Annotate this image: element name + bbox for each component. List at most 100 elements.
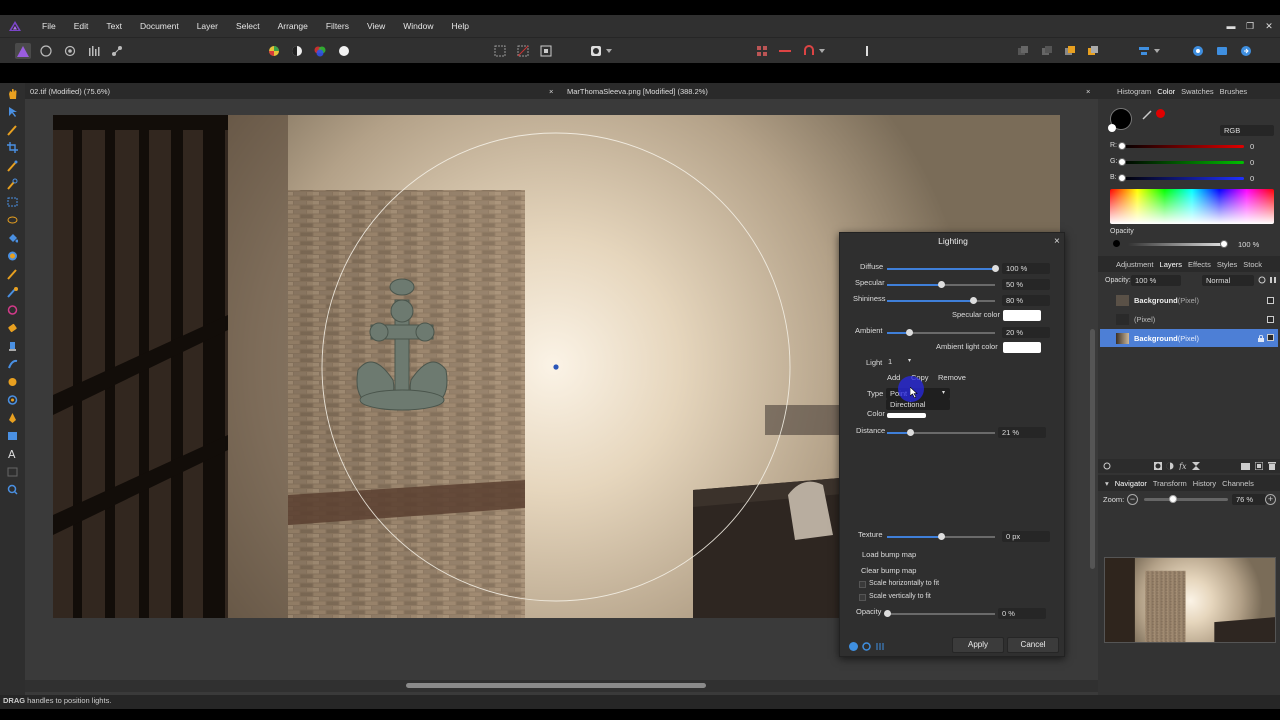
share-icon[interactable] — [1238, 43, 1254, 59]
specular-color-swatch[interactable] — [1003, 310, 1041, 321]
diffuse-slider-knob[interactable] — [992, 265, 999, 272]
menu-document[interactable]: Document — [131, 21, 188, 31]
tab-effects[interactable]: Effects — [1185, 260, 1214, 269]
red-slider[interactable] — [1122, 145, 1244, 148]
layer-3-visibility-checkbox[interactable] — [1267, 334, 1274, 341]
recent-color-swatch[interactable] — [1156, 109, 1165, 118]
texture-slider-knob[interactable] — [938, 533, 945, 540]
tab-document-2-close-icon[interactable]: × — [1086, 83, 1090, 99]
menu-view[interactable]: View — [358, 21, 394, 31]
zoom-out-icon[interactable]: − — [1127, 494, 1138, 505]
specular-slider[interactable] — [887, 281, 995, 288]
fx-icon[interactable]: fx — [1178, 461, 1189, 471]
eyedropper-icon[interactable] — [1142, 110, 1154, 120]
blue-slider[interactable] — [1122, 177, 1244, 180]
menu-filters[interactable]: Filters — [317, 21, 358, 31]
zoom-field[interactable]: 76 % — [1232, 494, 1266, 505]
light-select[interactable]: 1 ▾ — [884, 356, 918, 367]
snapping-icon[interactable] — [801, 43, 817, 59]
red-slider-knob[interactable] — [1118, 142, 1126, 150]
dodge-icon[interactable] — [5, 284, 20, 299]
mixer-brush-icon[interactable] — [5, 302, 20, 317]
liquify-persona-icon[interactable] — [38, 43, 54, 59]
tab-brushes[interactable]: Brushes — [1217, 87, 1251, 96]
preview-directional-icon[interactable] — [876, 642, 885, 651]
move-back-icon[interactable] — [1039, 43, 1055, 59]
tab-layers[interactable]: Layers — [1157, 260, 1186, 269]
menu-arrange[interactable]: Arrange — [269, 21, 317, 31]
apply-button[interactable]: Apply — [952, 637, 1004, 653]
menu-file[interactable]: File — [33, 21, 65, 31]
shape-tool-icon[interactable] — [5, 428, 20, 443]
red-eye-icon[interactable] — [5, 392, 20, 407]
specular-field[interactable]: 50 % — [1002, 279, 1050, 290]
snapping-dropdown-icon[interactable] — [817, 43, 827, 59]
layer-settings-icon[interactable] — [1258, 276, 1266, 284]
live-filter-icon[interactable] — [1192, 462, 1200, 470]
color-picker-icon[interactable] — [5, 122, 20, 137]
blue-slider-knob[interactable] — [1118, 174, 1126, 182]
scale-horizontally-checkbox[interactable] — [859, 581, 866, 588]
horizontal-scrollbar[interactable] — [25, 680, 1098, 692]
menu-window[interactable]: Window — [394, 21, 442, 31]
quick-mask-dropdown-icon[interactable] — [604, 43, 614, 59]
navigator-preview[interactable] — [1104, 557, 1276, 643]
layers-options-icon[interactable] — [1103, 462, 1111, 470]
horizontal-scroll-thumb[interactable] — [406, 683, 706, 688]
ambient-light-color-swatch[interactable] — [1003, 342, 1041, 353]
tab-stock[interactable]: Stock — [1240, 260, 1265, 269]
tab-history[interactable]: History — [1190, 479, 1219, 488]
tab-navigator[interactable]: Navigator — [1112, 479, 1150, 488]
tab-channels[interactable]: Channels — [1219, 479, 1257, 488]
tone-mapping-persona-icon[interactable] — [86, 43, 102, 59]
minimize-icon[interactable]: ▬ — [1222, 15, 1240, 37]
menu-help[interactable]: Help — [443, 21, 478, 31]
auto-colors-icon[interactable] — [312, 43, 328, 59]
close-window-icon[interactable]: ✕ — [1260, 15, 1278, 37]
deselect-icon[interactable] — [515, 43, 531, 59]
crop-tool-icon[interactable] — [5, 140, 20, 155]
auto-white-balance-icon[interactable] — [336, 43, 352, 59]
insert-behind-icon[interactable] — [859, 43, 875, 59]
distance-slider[interactable] — [887, 429, 995, 436]
opacity-slider[interactable] — [884, 610, 995, 617]
restore-icon[interactable]: ❐ — [1241, 15, 1259, 37]
export-persona-icon[interactable] — [109, 43, 125, 59]
auto-contrast-icon[interactable] — [289, 43, 305, 59]
vertical-scrollbar[interactable] — [1088, 99, 1097, 679]
opacity-field[interactable]: 0 % — [998, 608, 1046, 619]
shininess-field[interactable]: 80 % — [1002, 295, 1050, 306]
marquee-tool-icon[interactable] — [5, 194, 20, 209]
color-model-select[interactable]: RGB — [1220, 125, 1274, 136]
freehand-select-icon[interactable] — [5, 212, 20, 227]
lock-icon[interactable] — [1258, 334, 1264, 342]
pen-tool-icon[interactable] — [5, 410, 20, 425]
paint-brush-icon[interactable] — [5, 266, 20, 281]
blemish-icon[interactable] — [5, 374, 20, 389]
opacity-slider-knob[interactable] — [884, 610, 891, 617]
move-to-front-icon[interactable] — [1062, 43, 1078, 59]
vertical-scroll-thumb[interactable] — [1090, 329, 1095, 569]
align-icon[interactable] — [1136, 43, 1152, 59]
invert-selection-icon[interactable] — [538, 43, 554, 59]
color-opacity-knob[interactable] — [1220, 240, 1228, 248]
mask-layer-icon[interactable] — [1154, 462, 1162, 470]
tab-document-1[interactable]: 02.tif (Modified) (75.6%) — [30, 83, 110, 99]
auto-levels-icon[interactable] — [266, 43, 282, 59]
menu-text[interactable]: Text — [97, 21, 131, 31]
layer-row-2[interactable]: (Pixel) — [1100, 310, 1278, 328]
secondary-color-swatch[interactable] — [1108, 124, 1116, 132]
add-layer-icon[interactable] — [1254, 461, 1264, 471]
shininess-slider-knob[interactable] — [970, 297, 978, 304]
specular-slider-knob[interactable] — [938, 281, 945, 288]
view-tool-icon[interactable] — [5, 464, 20, 479]
dialog-close-icon[interactable]: × — [1054, 236, 1060, 247]
tab-styles[interactable]: Styles — [1214, 260, 1240, 269]
clone-brush-icon[interactable] — [5, 338, 20, 353]
shininess-slider[interactable] — [887, 297, 995, 304]
hand-tool-icon[interactable] — [5, 86, 20, 101]
zoom-slider[interactable] — [1144, 498, 1228, 501]
color-opacity-slider[interactable] — [1128, 243, 1222, 246]
guides-icon[interactable] — [777, 43, 793, 59]
light-color-swatch[interactable] — [887, 413, 926, 418]
